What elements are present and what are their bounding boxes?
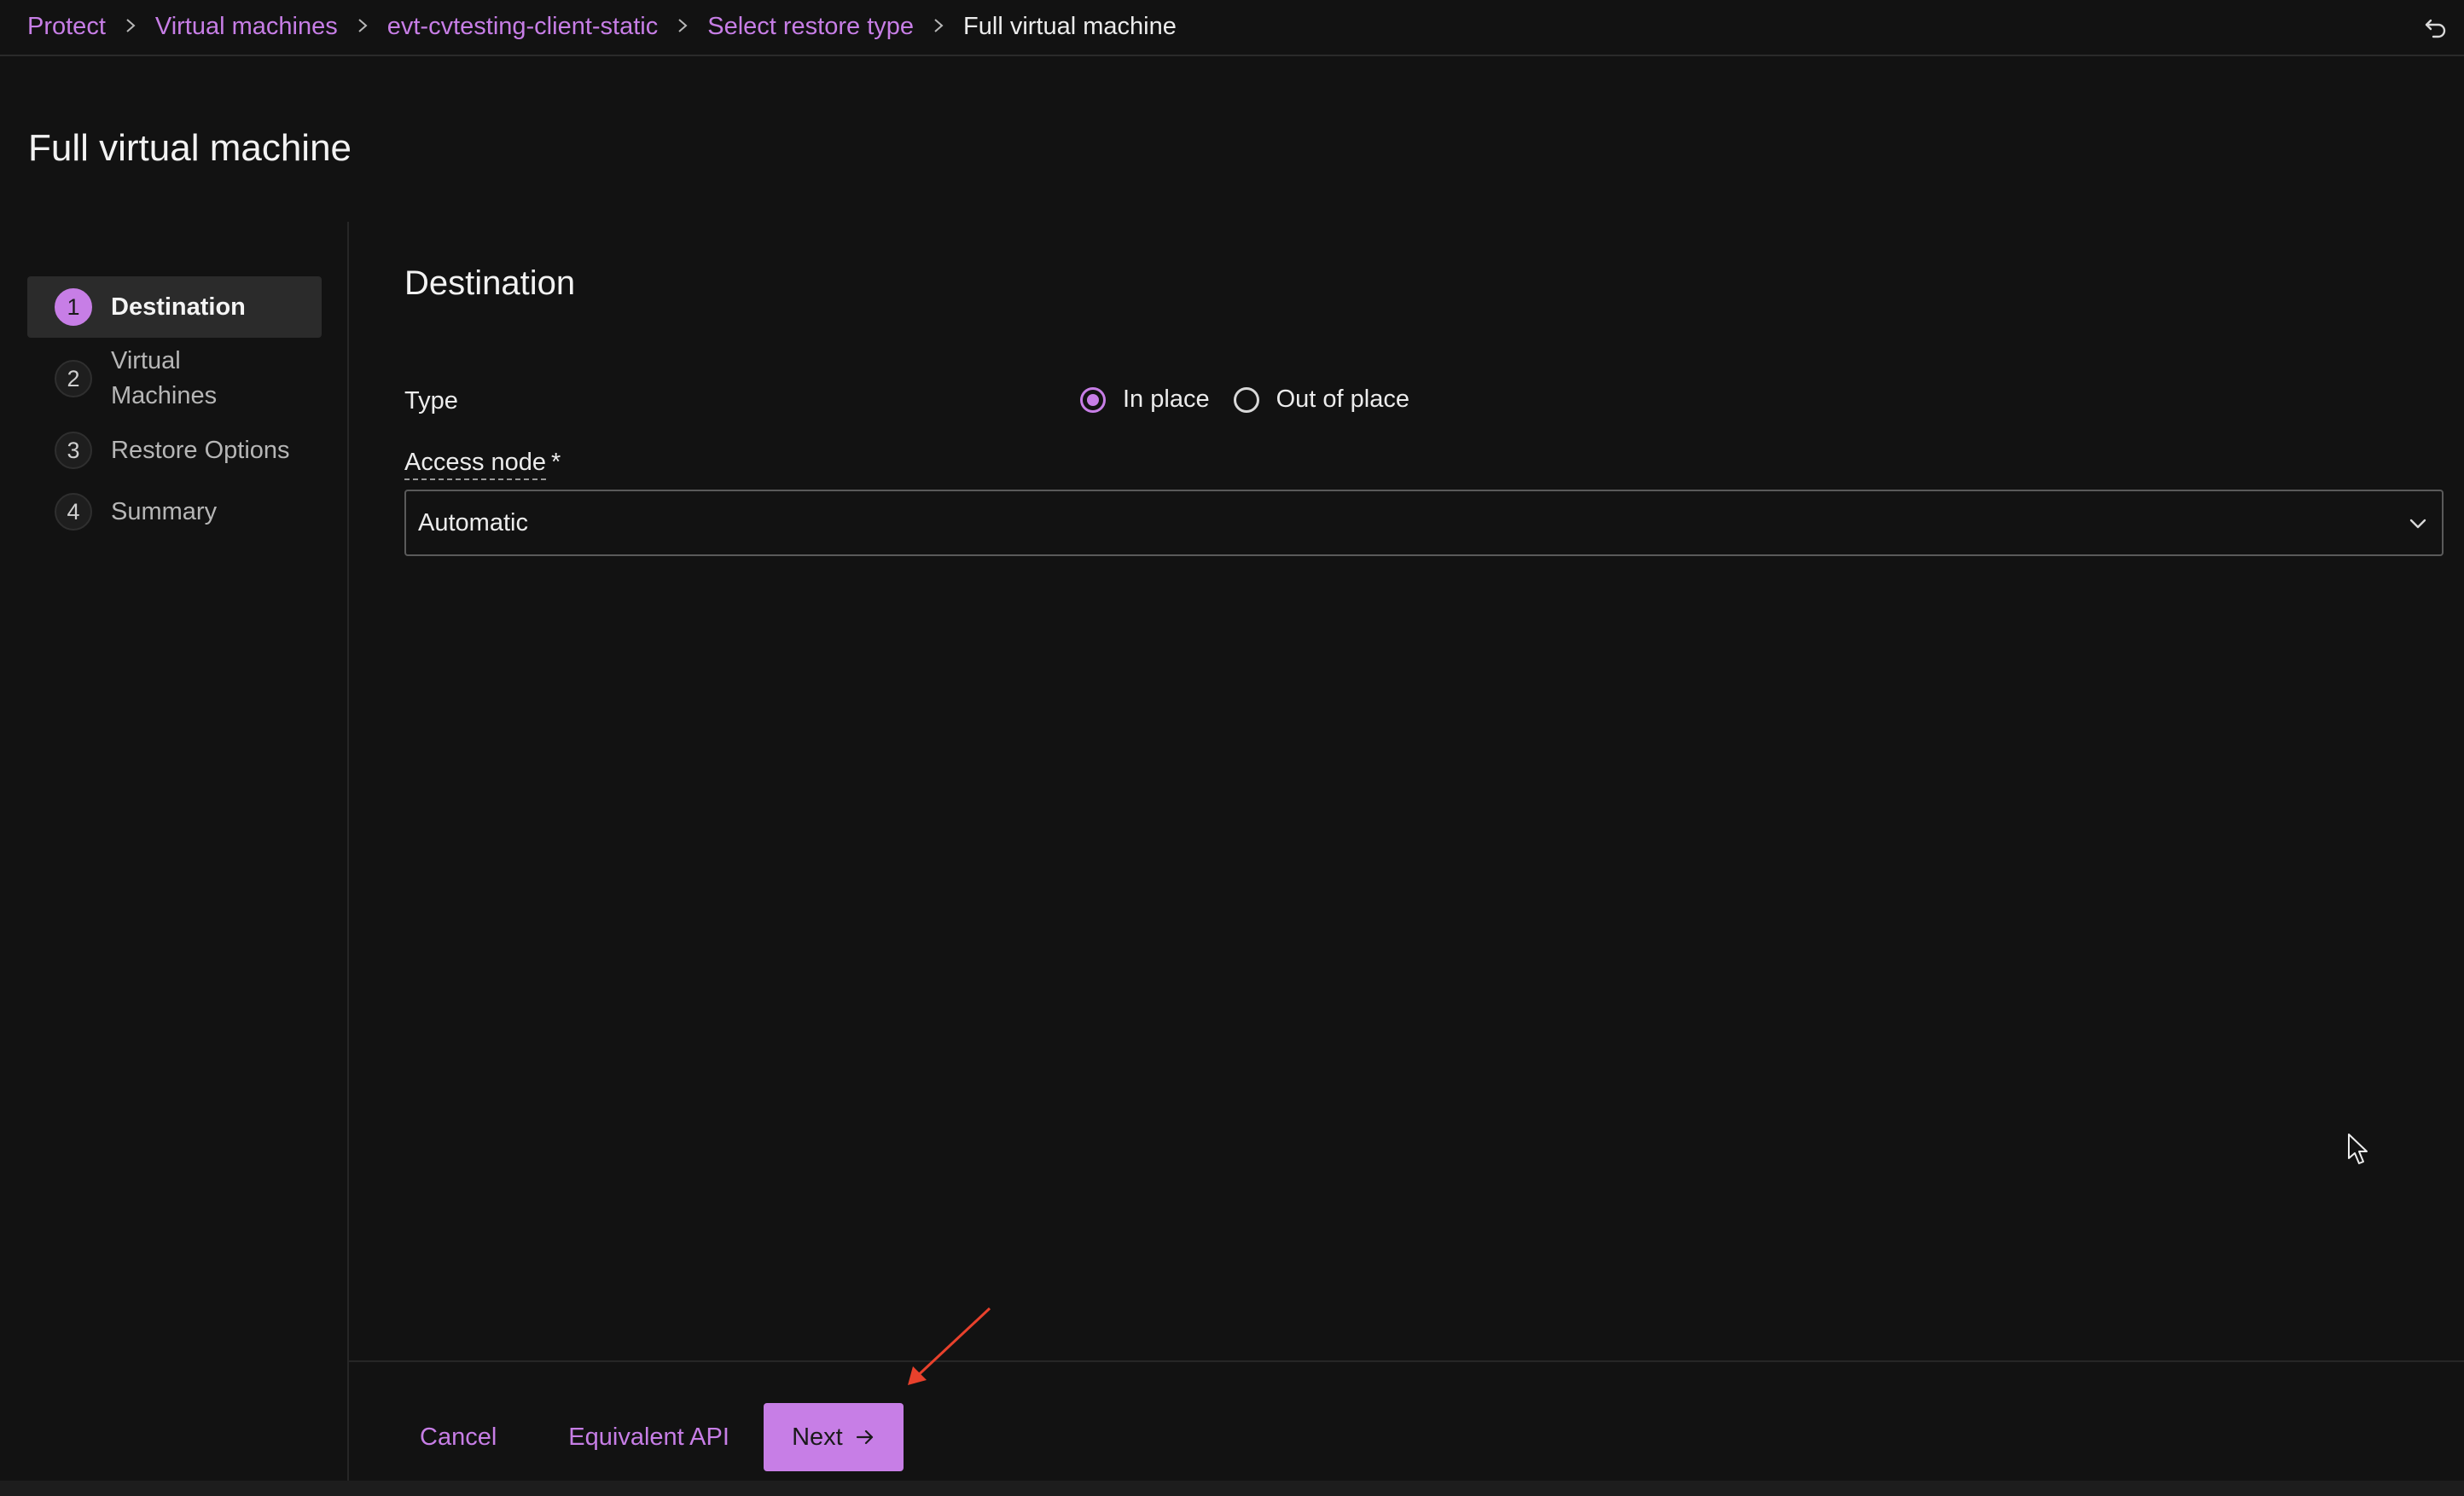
breadcrumb-select-restore-type[interactable]: Select restore type [707, 13, 914, 41]
chevron-right-icon [106, 13, 155, 40]
step-label: Summary [111, 497, 218, 525]
annotation-arrow-icon [908, 1307, 991, 1385]
breadcrumb: Protect Virtual machines evt-cvtesting-c… [27, 0, 1177, 53]
step-number: 4 [55, 493, 92, 531]
arrow-right-icon [856, 1429, 873, 1445]
step-number: 3 [55, 432, 92, 469]
chevron-right-icon [338, 13, 387, 40]
restore-wizard-page: Protect Virtual machines evt-cvtesting-c… [0, 0, 2464, 1496]
footer-divider [349, 1360, 2464, 1362]
breadcrumb-virtual-machines[interactable]: Virtual machines [155, 13, 338, 41]
breadcrumb-protect[interactable]: Protect [27, 13, 106, 41]
step-destination[interactable]: 1 Destination [27, 276, 322, 338]
bottom-strip [0, 1481, 2464, 1496]
wizard-footer: Cancel Equivalent API Next [404, 1403, 904, 1471]
breadcrumb-current: Full virtual machine [963, 12, 1177, 40]
cancel-button[interactable]: Cancel [404, 1403, 512, 1471]
step-virtual-machines[interactable]: 2 Virtual Machines [27, 338, 322, 420]
chevron-down-icon [2409, 519, 2426, 529]
step-number: 2 [55, 360, 92, 397]
radio-in-place[interactable]: In place [1080, 386, 1210, 414]
mouse-cursor-icon [2348, 1134, 2368, 1164]
step-number: 1 [55, 288, 92, 326]
vertical-divider [347, 222, 349, 1496]
chevron-right-icon [658, 13, 707, 40]
step-label: Destination [111, 293, 246, 321]
section-title: Destination [404, 264, 576, 302]
radio-out-of-place[interactable]: Out of place [1233, 386, 1409, 414]
access-node-value: Automatic [418, 508, 528, 536]
type-radio-group: In place Out of place [1080, 386, 1433, 414]
step-restore-options[interactable]: 3 Restore Options [27, 420, 322, 481]
top-bar: Protect Virtual machines evt-cvtesting-c… [0, 0, 2464, 56]
equivalent-api-button[interactable]: Equivalent API [553, 1403, 745, 1471]
required-marker: * [551, 449, 561, 476]
step-label: Virtual Machines [111, 347, 218, 409]
radio-label: In place [1123, 386, 1210, 413]
page-title: Full virtual machine [28, 127, 352, 169]
radio-unchecked-icon[interactable] [1233, 386, 1259, 413]
radio-checked-icon[interactable] [1080, 386, 1106, 413]
access-node-select[interactable]: Automatic [404, 490, 2444, 556]
access-node-label-text: Access node [404, 449, 547, 480]
step-summary[interactable]: 4 Summary [27, 481, 322, 542]
radio-label: Out of place [1276, 386, 1409, 413]
undo-icon[interactable] [2423, 14, 2449, 39]
access-node-label: Access node * [404, 449, 561, 480]
next-button[interactable]: Next [763, 1403, 904, 1471]
breadcrumb-client[interactable]: evt-cvtesting-client-static [387, 13, 659, 41]
step-label: Restore Options [111, 436, 290, 464]
chevron-right-icon [914, 13, 963, 40]
wizard-stepper: 1 Destination 2 Virtual Machines 3 Resto… [27, 276, 322, 542]
next-button-label: Next [792, 1423, 843, 1451]
type-label: Type [404, 387, 458, 415]
